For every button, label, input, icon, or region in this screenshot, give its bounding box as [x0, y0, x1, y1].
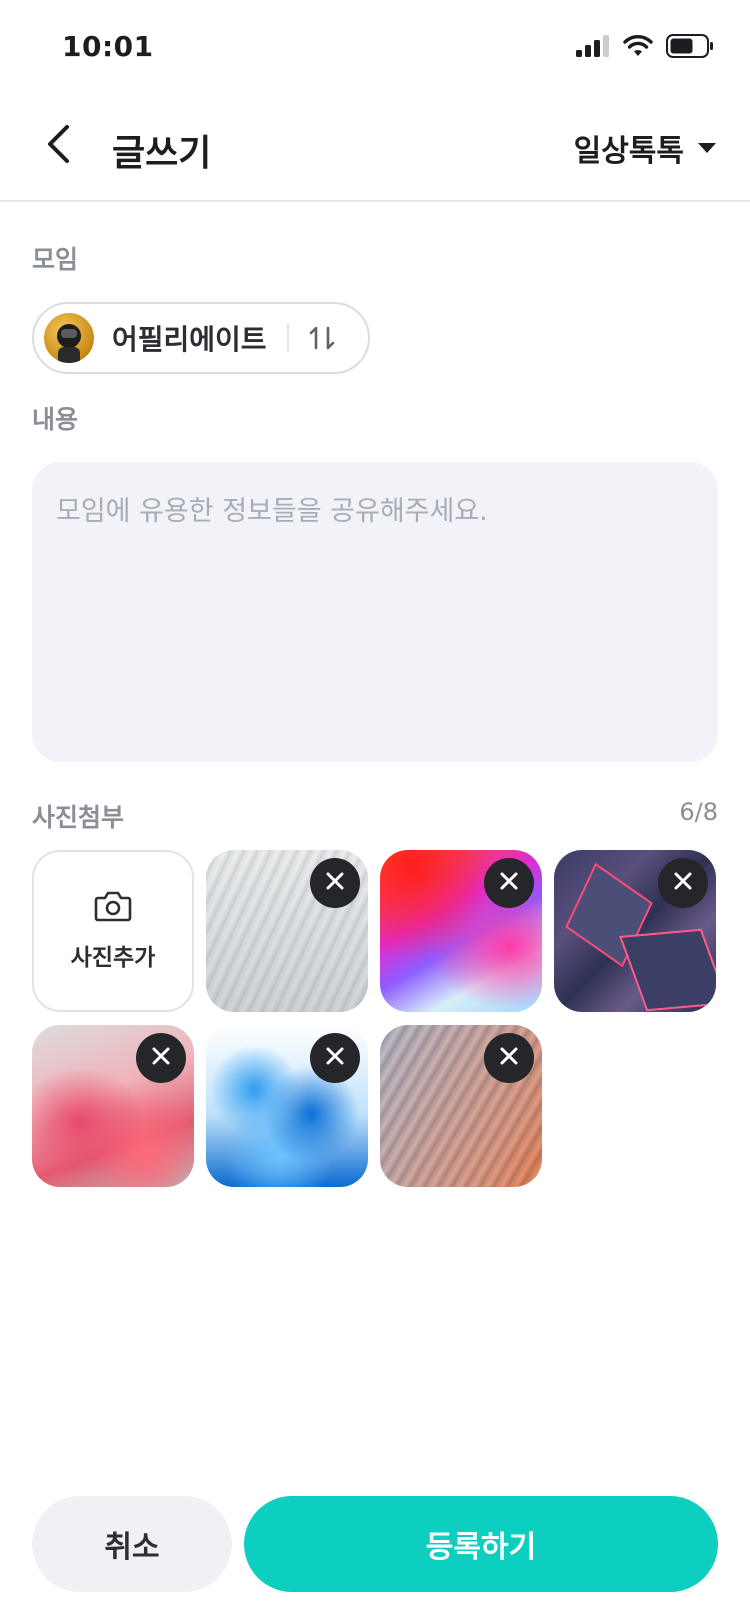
back-button[interactable]	[34, 122, 82, 170]
photo-thumbnail-1[interactable]	[206, 850, 368, 1012]
photo-grid: 사진추가	[32, 850, 720, 1187]
photo-thumbnail-4[interactable]	[32, 1025, 194, 1187]
add-photo-label: 사진추가	[70, 945, 156, 971]
page-title: 글쓰기	[112, 133, 212, 174]
status-icons	[576, 34, 714, 62]
group-section-label: 모임	[32, 245, 79, 274]
group-selector[interactable]: 어필리에이트	[32, 302, 370, 374]
photo-thumbnail-5[interactable]	[206, 1025, 368, 1187]
remove-photo-button[interactable]	[484, 858, 534, 908]
board-select-dropdown[interactable]: 일상톡톡	[574, 126, 716, 170]
camera-icon	[94, 890, 132, 926]
wifi-icon	[622, 34, 654, 62]
cancel-button[interactable]: 취소	[32, 1496, 232, 1592]
photo-count: 6/8	[679, 798, 718, 826]
chip-divider	[286, 324, 289, 352]
board-select-label: 일상톡톡	[573, 134, 684, 169]
add-photo-button[interactable]: 사진추가	[32, 850, 194, 1012]
remove-photo-button[interactable]	[310, 1033, 360, 1083]
photo-thumbnail-6[interactable]	[380, 1025, 542, 1187]
battery-icon	[666, 34, 714, 62]
close-icon	[325, 1046, 345, 1070]
remove-photo-button[interactable]	[484, 1033, 534, 1083]
content-section-label: 내용	[32, 405, 79, 434]
close-icon	[151, 1046, 171, 1070]
content-textarea[interactable]	[56, 492, 694, 732]
swap-icon[interactable]	[307, 323, 337, 353]
close-icon	[499, 1046, 519, 1070]
back-arrow-icon	[45, 124, 71, 168]
close-icon	[325, 871, 345, 895]
caret-down-icon	[698, 143, 716, 153]
remove-photo-button[interactable]	[658, 858, 708, 908]
content-field	[32, 462, 718, 762]
photos-section-label: 사진첨부	[32, 803, 125, 832]
submit-button[interactable]: 등록하기	[244, 1496, 718, 1592]
signal-icon	[576, 35, 610, 61]
close-icon	[499, 871, 519, 895]
group-avatar	[44, 313, 94, 363]
remove-photo-button[interactable]	[310, 858, 360, 908]
close-icon	[673, 871, 693, 895]
header: 글쓰기 일상톡톡	[0, 96, 750, 202]
remove-photo-button[interactable]	[136, 1033, 186, 1083]
status-time: 10:01	[62, 30, 154, 63]
photo-thumbnail-2[interactable]	[380, 850, 542, 1012]
group-name: 어필리에이트	[112, 323, 267, 356]
photo-thumbnail-3[interactable]	[554, 850, 716, 1012]
status-bar: 10:01	[0, 0, 750, 96]
